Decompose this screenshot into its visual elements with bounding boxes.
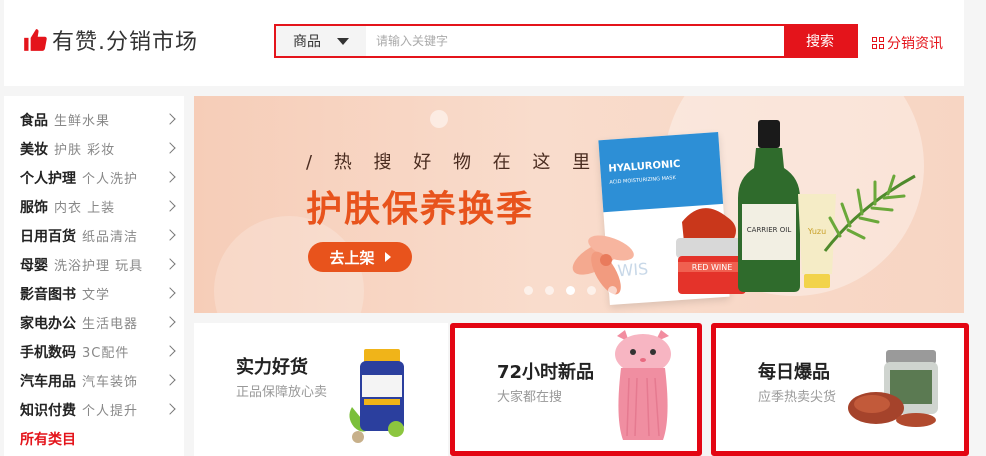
sidebar-item-auto[interactable]: 汽车用品 汽车装饰 <box>4 366 184 395</box>
sidebar-item-label: 日用百货 <box>20 228 76 245</box>
caret-down-icon <box>337 37 349 45</box>
search-bar: 商品 搜索 <box>274 24 858 58</box>
site-logo[interactable]: 有赞.分销市场 <box>22 24 198 56</box>
sidebar-item-label: 个人护理 <box>20 170 76 187</box>
banner-tagline: / 热 搜 好 物 在 这 里 / <box>306 152 626 173</box>
sidebar-item-label: 美妆 <box>20 141 48 158</box>
sidebar-item-sub: 汽车装饰 <box>82 375 139 390</box>
chevron-right-icon <box>164 113 176 125</box>
promo-subtitle: 正品保障放心卖 <box>236 385 328 400</box>
sidebar-item-sub: 内衣 上装 <box>54 201 116 216</box>
sidebar-item-label: 手机数码 <box>20 344 76 361</box>
sidebar-item-daily-goods[interactable]: 日用百货 纸品清洁 <box>4 221 184 250</box>
sidebar-item-sub: 生活电器 <box>82 317 139 332</box>
sidebar-item-sub: 文学 <box>82 288 111 303</box>
search-category-label: 商品 <box>293 34 321 50</box>
chevron-right-icon <box>164 316 176 328</box>
promo-card-quality-goods[interactable]: 实力好货 正品保障放心卖 <box>194 323 448 456</box>
carousel-dot[interactable] <box>608 286 617 295</box>
carousel-dot[interactable] <box>587 286 596 295</box>
search-input[interactable] <box>366 26 784 56</box>
banner-headline: 护肤保养换季 <box>306 189 535 230</box>
list-product-label: 去上架 <box>329 248 375 267</box>
carousel-dots <box>524 286 638 295</box>
promo-subtitle: 大家都在搜 <box>497 390 563 405</box>
sidebar-item-label: 母婴 <box>20 257 48 274</box>
towel-image <box>615 330 671 440</box>
sidebar-item-label: 汽车用品 <box>20 373 76 390</box>
logo-text: 有赞.分销市场 <box>52 30 198 55</box>
chevron-right-icon <box>164 258 176 270</box>
chevron-right-icon <box>164 374 176 386</box>
decor-circle <box>430 110 448 128</box>
chevron-right-icon <box>164 200 176 212</box>
carousel-dot[interactable] <box>629 286 638 295</box>
chevron-right-icon <box>164 171 176 183</box>
sidebar-item-knowledge[interactable]: 知识付费 个人提升 <box>4 395 184 424</box>
site-header: 有赞.分销市场 商品 搜索 分销资讯 <box>4 0 964 86</box>
sidebar-item-sub: 个人提升 <box>82 404 139 419</box>
news-link-label: 分销资讯 <box>887 36 943 52</box>
sidebar-item-label: 知识付费 <box>20 402 76 419</box>
thumbs-up-icon <box>24 29 47 51</box>
sidebar-item-beauty[interactable]: 美妆 护肤 彩妆 <box>4 134 184 163</box>
promo-card-daily-hits[interactable]: 每日爆品 应季热卖尖货 <box>711 323 969 456</box>
promo-subtitle: 应季热卖尖货 <box>758 390 837 405</box>
grid-icon <box>872 37 884 49</box>
sidebar-item-media-books[interactable]: 影音图书 文学 <box>4 279 184 308</box>
supplement-bottle-image <box>349 349 404 443</box>
sidebar-item-sub: 纸品清洁 <box>82 230 139 245</box>
promo-title: 实力好货 <box>236 357 308 378</box>
sidebar-item-sub: 护肤 彩妆 <box>54 143 116 158</box>
category-sidebar: 食品 生鲜水果 美妆 护肤 彩妆 个人护理 个人洗护 服饰 内衣 上装 日用百货… <box>4 96 184 456</box>
list-product-button[interactable]: 去上架 <box>308 242 412 272</box>
sidebar-item-label: 服饰 <box>20 199 48 216</box>
jar-label: RED WINE <box>692 263 733 272</box>
chevron-right-icon <box>164 287 176 299</box>
promo-title: 每日爆品 <box>758 362 830 383</box>
carousel-dot[interactable] <box>545 286 554 295</box>
chevron-right-icon <box>164 142 176 154</box>
sidebar-item-sub: 生鲜水果 <box>54 114 111 129</box>
play-arrow-icon <box>384 252 391 262</box>
sidebar-item-digital[interactable]: 手机数码 3C配件 <box>4 337 184 366</box>
all-categories-link[interactable]: 所有类目 <box>4 424 184 453</box>
sidebar-item-mother-baby[interactable]: 母婴 洗浴护理 玩具 <box>4 250 184 279</box>
chevron-right-icon <box>164 229 176 241</box>
promo-card-new-arrivals[interactable]: 72小时新品 大家都在搜 <box>450 323 702 456</box>
sidebar-item-food[interactable]: 食品 生鲜水果 <box>4 105 184 134</box>
promo-title: 72小时新品 <box>497 362 595 383</box>
sidebar-item-label: 家电办公 <box>20 315 76 332</box>
sidebar-item-sub: 洗浴护理 玩具 <box>54 259 144 274</box>
news-link[interactable]: 分销资讯 <box>872 33 943 53</box>
chevron-right-icon <box>164 345 176 357</box>
sidebar-item-label: 食品 <box>20 112 48 129</box>
sidebar-item-appliances[interactable]: 家电办公 生活电器 <box>4 308 184 337</box>
dried-food-jar-image <box>848 350 938 427</box>
carousel-dot-active[interactable] <box>566 286 575 295</box>
search-category-select[interactable]: 商品 <box>276 26 366 56</box>
sidebar-item-personal-care[interactable]: 个人护理 个人洗护 <box>4 163 184 192</box>
hero-banner[interactable]: / 热 搜 好 物 在 这 里 / 护肤保养换季 去上架 HYALURONIC … <box>194 96 964 313</box>
bottle-label: CARRIER OIL <box>747 226 792 234</box>
chevron-right-icon <box>164 403 176 415</box>
sidebar-item-label: 影音图书 <box>20 286 76 303</box>
carousel-dot[interactable] <box>524 286 533 295</box>
sidebar-item-sub: 3C配件 <box>82 346 130 361</box>
sidebar-item-apparel[interactable]: 服饰 内衣 上装 <box>4 192 184 221</box>
sidebar-item-sub: 个人洗护 <box>82 172 139 187</box>
palm-leaf-image <box>823 174 916 252</box>
search-button[interactable]: 搜索 <box>784 26 856 56</box>
